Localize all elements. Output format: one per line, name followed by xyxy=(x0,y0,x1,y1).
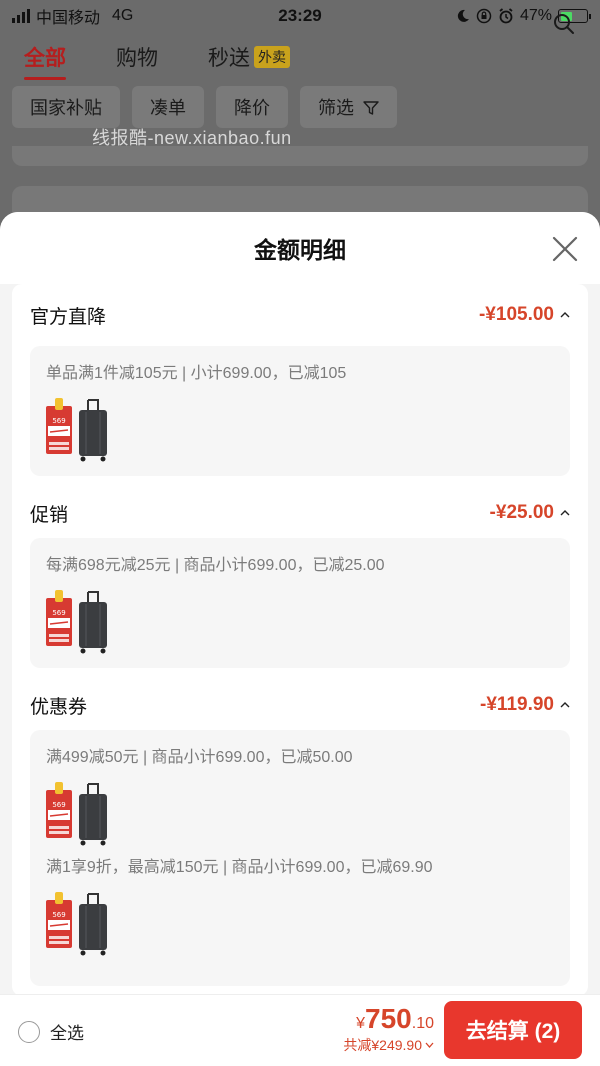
funnel-icon xyxy=(363,101,379,115)
gift-card-thumbnail: 569 xyxy=(46,782,72,846)
signal-icon xyxy=(12,9,30,23)
filter-screen[interactable]: 筛选 xyxy=(300,86,398,128)
filter-price-drop[interactable]: 降价 xyxy=(216,86,288,128)
discount-rule-text: 满1享9折，最高减150元 | 商品小计699.00，已减69.90 xyxy=(46,859,433,876)
product-thumbnails: 569 xyxy=(46,782,554,846)
checkout-bar: 全选 ¥750.10 共减¥249.90 去结算 (2) xyxy=(0,994,600,1066)
section-amount-value: -¥119.90 xyxy=(480,694,554,715)
section-amount: -¥105.00 xyxy=(479,304,570,326)
product-thumbnails: 569 xyxy=(46,398,554,462)
takeout-badge: 外卖 xyxy=(254,46,290,68)
discount-section-coupon: 优惠券 -¥119.90 满499减50元 | 商品小计699.00，已减50.… xyxy=(30,680,570,986)
total-block: ¥750.10 共减¥249.90 xyxy=(343,1003,434,1055)
alarm-icon xyxy=(499,8,513,24)
select-all-label: 全选 xyxy=(50,1024,84,1043)
section-header[interactable]: 优惠券 -¥119.90 xyxy=(30,680,570,730)
gift-card-thumbnail: 569 xyxy=(46,590,72,654)
carrier-name: 中国移动 xyxy=(36,10,101,27)
filter-screen-label: 筛选 xyxy=(318,98,354,118)
sheet-body: 官方直降 -¥105.00 单品满1件减105元 | 小计699.00，已减10… xyxy=(12,284,588,996)
filter-bundle[interactable]: 凑单 xyxy=(132,86,204,128)
total-savings-text: 共减¥249.90 xyxy=(343,1037,422,1053)
select-all[interactable]: 全选 xyxy=(18,1019,84,1044)
section-amount: -¥25.00 xyxy=(490,502,570,524)
product-thumbnails: 569 xyxy=(46,892,554,956)
tab-instant-delivery-label: 秒送 xyxy=(208,47,250,70)
detail-box: 满499减50元 | 商品小计699.00，已减50.00 569 满1享9折，… xyxy=(30,730,570,986)
section-title: 促销 xyxy=(30,504,69,526)
chevron-up-icon xyxy=(560,702,570,708)
tab-all[interactable]: 全部 xyxy=(24,42,66,80)
sheet-header: 金额明细 xyxy=(0,212,600,284)
close-icon[interactable] xyxy=(552,236,578,262)
suitcase-thumbnail xyxy=(76,892,110,956)
section-amount-value: -¥105.00 xyxy=(478,304,554,325)
detail-box: 单品满1件减105元 | 小计699.00，已减105 569 xyxy=(30,346,570,476)
gift-card-thumbnail: 569 xyxy=(46,892,72,956)
total-decimal: .10 xyxy=(411,1015,434,1032)
watermark: 线报酷-new.xianbao.fun xyxy=(92,128,292,148)
section-title: 优惠券 xyxy=(30,696,88,718)
product-thumbnails: 569 xyxy=(46,590,554,654)
total-savings[interactable]: 共减¥249.90 xyxy=(343,1035,434,1055)
status-bar: 中国移动 4G 23:29 47% xyxy=(0,0,600,32)
svg-text:569: 569 xyxy=(52,609,65,617)
svg-text:569: 569 xyxy=(52,417,65,425)
status-left: 中国移动 4G xyxy=(12,4,133,28)
section-header[interactable]: 促销 -¥25.00 xyxy=(30,488,570,538)
chevron-up-icon xyxy=(560,312,570,318)
filter-national-subsidy[interactable]: 国家补贴 xyxy=(12,86,120,128)
search-icon[interactable] xyxy=(552,12,576,36)
chevron-up-icon xyxy=(560,510,570,516)
svg-text:569: 569 xyxy=(52,911,65,919)
select-all-radio[interactable] xyxy=(18,1020,40,1043)
gift-card-thumbnail: 569 xyxy=(46,398,72,462)
section-amount-value: -¥25.00 xyxy=(489,502,554,523)
suitcase-thumbnail xyxy=(76,590,110,654)
chevron-down-icon xyxy=(425,1042,434,1048)
battery-percent: 47% xyxy=(519,7,552,24)
moon-icon xyxy=(457,9,469,22)
total-price: ¥750.10 xyxy=(343,1003,434,1035)
tab-shopping[interactable]: 购物 xyxy=(116,42,158,72)
top-nav: 全部 购物 秒送 外卖 xyxy=(0,32,600,82)
amount-detail-sheet: 金额明细 官方直降 -¥105.00 单品满1件减105元 | 小计699.00… xyxy=(0,212,600,1066)
section-title: 官方直降 xyxy=(30,306,107,328)
total-integer: 750 xyxy=(365,1003,412,1034)
lock-rotation-icon xyxy=(476,8,492,24)
section-header[interactable]: 官方直降 -¥105.00 xyxy=(30,284,570,346)
discount-section-official: 官方直降 -¥105.00 单品满1件减105元 | 小计699.00，已减10… xyxy=(30,284,570,476)
discount-section-promotion: 促销 -¥25.00 每满698元减25元 | 商品小计699.00，已减25.… xyxy=(30,488,570,668)
checkout-button[interactable]: 去结算 (2) xyxy=(444,1001,582,1059)
detail-box: 每满698元减25元 | 商品小计699.00，已减25.00 569 xyxy=(30,538,570,668)
svg-text:569: 569 xyxy=(52,801,65,809)
discount-rule-text: 满499减50元 | 商品小计699.00，已减50.00 xyxy=(46,749,353,766)
sheet-title: 金额明细 xyxy=(254,237,346,263)
discount-rule-text: 每满698元减25元 | 商品小计699.00，已减25.00 xyxy=(46,557,385,574)
suitcase-thumbnail xyxy=(76,782,110,846)
tab-instant-delivery[interactable]: 秒送 外卖 xyxy=(208,42,290,72)
suitcase-thumbnail xyxy=(76,398,110,462)
section-amount: -¥119.90 xyxy=(480,694,570,716)
currency-symbol: ¥ xyxy=(356,1015,366,1032)
discount-rule-text: 单品满1件减105元 | 小计699.00，已减105 xyxy=(46,365,347,382)
network-type: 4G xyxy=(112,7,134,24)
filter-row: 国家补贴 凑单 降价 筛选 xyxy=(12,86,398,128)
